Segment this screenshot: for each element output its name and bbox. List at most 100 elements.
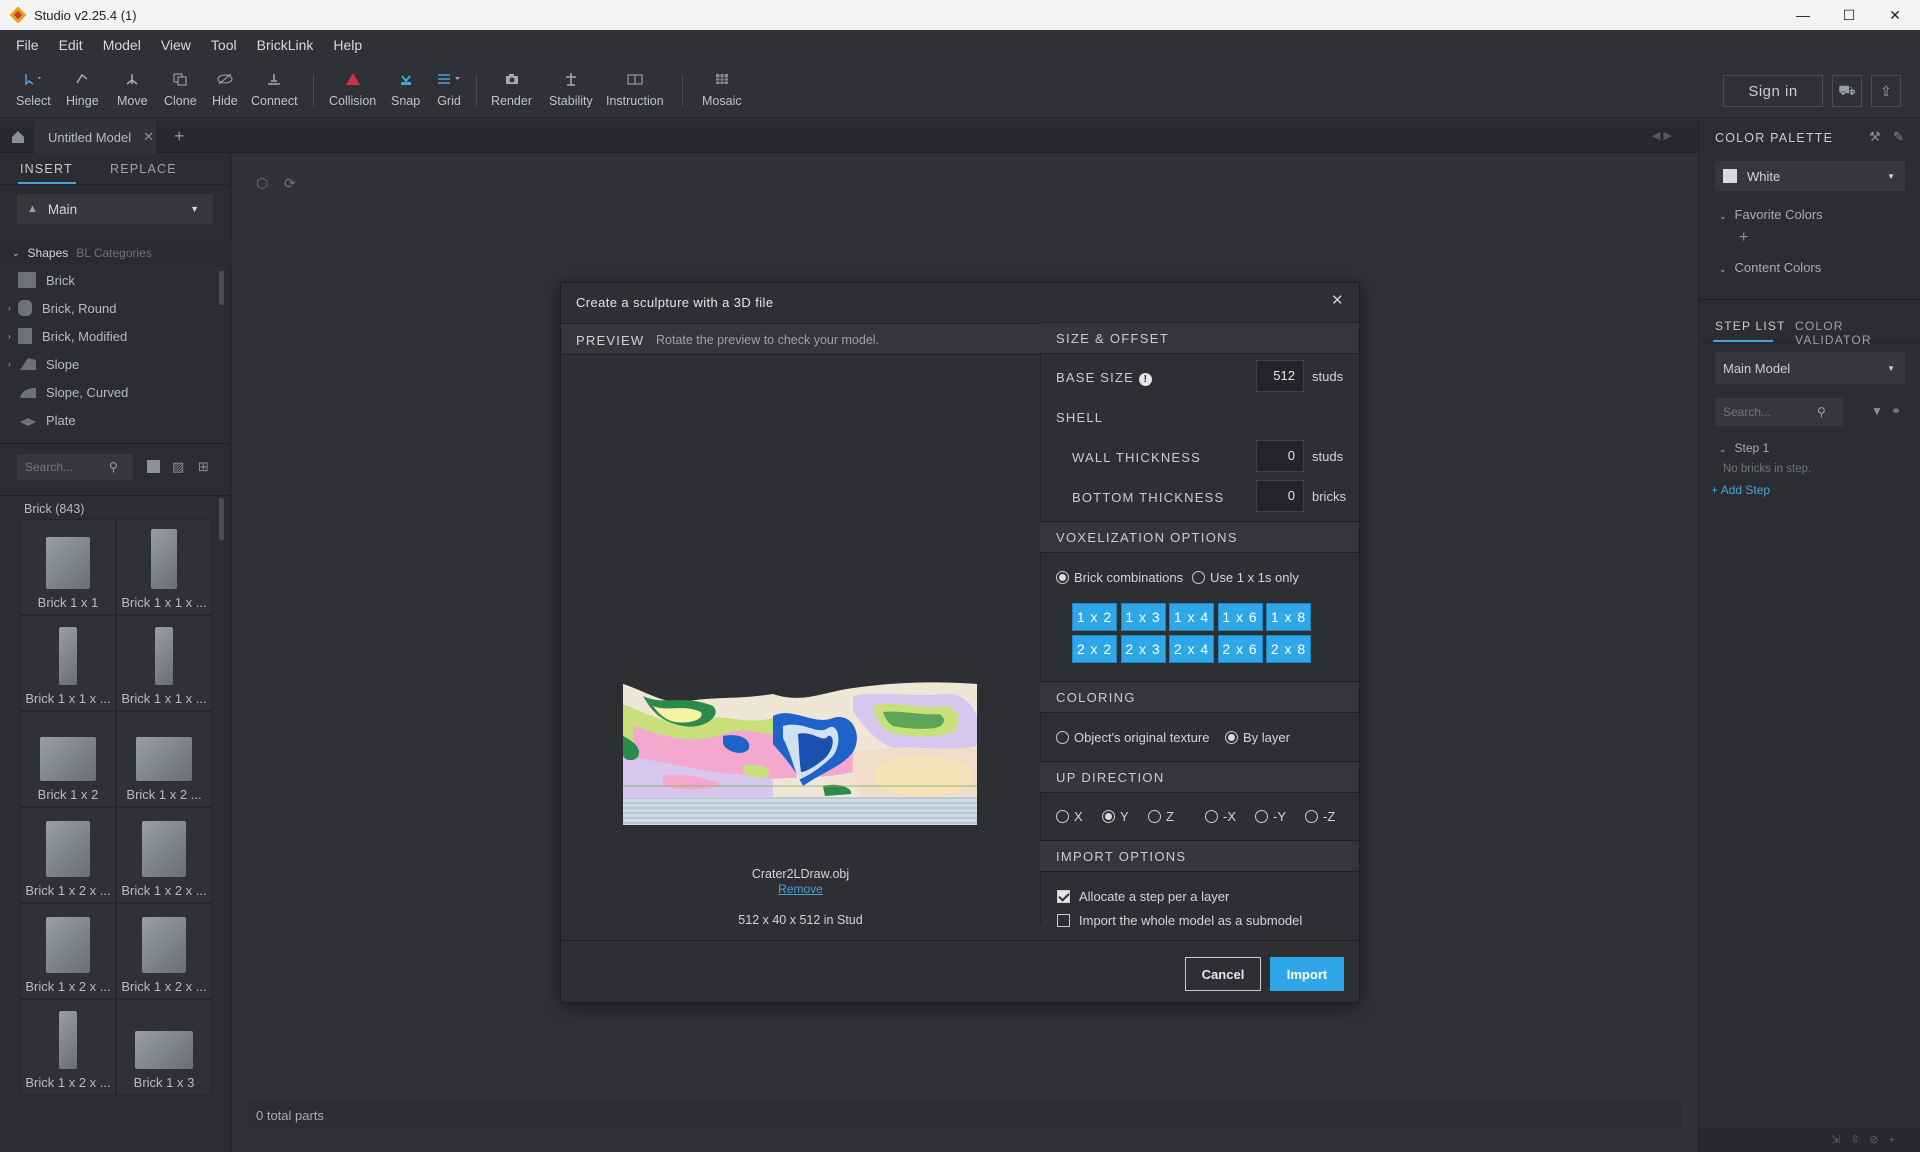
category-brick[interactable]: Brick [0, 266, 215, 294]
color-select[interactable]: White ▼ [1715, 161, 1905, 191]
minimize-button[interactable]: — [1780, 0, 1826, 30]
search-icon[interactable]: ⚲ [109, 460, 118, 474]
tab-scroll-arrows-icon[interactable]: ◀ ▶ [1652, 129, 1672, 142]
part-tile[interactable]: Brick 1 x 1 x ... [116, 615, 212, 711]
tool-hinge[interactable]: Hinge [66, 70, 99, 108]
part-tile[interactable]: Brick 1 x 2 x ... [20, 807, 116, 903]
radio-dir-neg-x[interactable]: -X [1205, 809, 1236, 824]
menu-help[interactable]: Help [323, 37, 372, 53]
tool-select[interactable]: Select [16, 70, 51, 108]
model-preview[interactable] [623, 676, 977, 825]
brick-size-chip[interactable]: 1 x 8 [1266, 603, 1311, 631]
tool-hide[interactable]: Hide [212, 70, 238, 108]
content-colors-header[interactable]: ⌄ Content Colors [1719, 260, 1821, 275]
tab-replace[interactable]: REPLACE [110, 162, 177, 176]
brick-size-chip[interactable]: 2 x 6 [1217, 635, 1263, 663]
menu-model[interactable]: Model [93, 37, 151, 53]
eyedropper-icon[interactable]: ✎ [1893, 129, 1904, 145]
home-icon[interactable] [10, 129, 26, 145]
tool-collision[interactable]: Collision [329, 70, 376, 108]
menu-view[interactable]: View [151, 37, 201, 53]
cart-icon[interactable]: ⛟ [1832, 75, 1862, 107]
tool-move[interactable]: Move [117, 70, 148, 108]
menu-edit[interactable]: Edit [49, 37, 93, 53]
bottom-thickness-input[interactable]: 0 [1256, 480, 1304, 512]
part-search-field[interactable]: ⚲ [16, 453, 134, 481]
tab-step-list[interactable]: STEP LIST [1715, 319, 1786, 333]
category-brick-round[interactable]: › Brick, Round [0, 294, 215, 322]
upload-icon[interactable]: ⇪ [1871, 75, 1901, 107]
import-submodel-checkbox[interactable]: Import the whole model as a submodel [1057, 913, 1302, 928]
view-image-icon[interactable]: ▨ [172, 459, 184, 475]
brick-size-chip[interactable]: 2 x 2 [1072, 635, 1117, 663]
radio-by-layer[interactable]: By layer [1225, 730, 1290, 745]
brick-size-chip[interactable]: 2 x 8 [1266, 635, 1311, 663]
reset-view-icon[interactable]: ⟳ [284, 175, 296, 192]
part-search-input[interactable] [25, 460, 109, 474]
close-tab-icon[interactable]: ✕ [143, 129, 154, 145]
bl-categories-tab[interactable]: BL Categories [76, 246, 152, 260]
favorite-colors-header[interactable]: ⌄ Favorite Colors [1719, 207, 1823, 222]
part-tile[interactable]: Brick 1 x 2 x ... [116, 903, 212, 999]
tool-clone[interactable]: Clone [164, 70, 197, 108]
add-favorite-color-button[interactable]: + [1739, 229, 1748, 247]
tool-render[interactable]: Render [491, 70, 532, 108]
cancel-button[interactable]: Cancel [1185, 957, 1261, 991]
menu-file[interactable]: File [6, 37, 49, 53]
radio-dir-neg-z[interactable]: -Z [1305, 809, 1335, 824]
part-tile[interactable]: Brick 1 x 2 [20, 711, 116, 807]
sign-in-button[interactable]: Sign in [1723, 75, 1823, 107]
paint-icon[interactable]: ⚒ [1869, 129, 1881, 145]
part-tile[interactable]: Brick 1 x 1 [20, 519, 116, 615]
part-tile[interactable]: Brick 1 x 3 [116, 999, 212, 1095]
view-cube-icon[interactable]: ⬡ [256, 175, 268, 192]
shapes-tab[interactable]: Shapes [28, 246, 69, 260]
brick-size-chip[interactable]: 2 x 4 [1169, 635, 1214, 663]
part-tile[interactable]: Brick 1 x 1 x ... [116, 519, 212, 615]
step-controls-icon[interactable]: ⇲⇳⊘+ [1699, 1127, 1920, 1152]
brick-size-chip[interactable]: 1 x 3 [1120, 603, 1166, 631]
part-tile[interactable]: Brick 1 x 2 x ... [20, 999, 116, 1095]
add-tab-button[interactable]: + [174, 126, 185, 147]
close-dialog-icon[interactable]: ✕ [1331, 291, 1344, 309]
category-plate[interactable]: Plate [0, 406, 215, 434]
search-icon[interactable]: ⚲ [1817, 405, 1826, 419]
tab-untitled-model[interactable]: Untitled Model ✕ [34, 121, 156, 153]
parts-scrollbar[interactable] [219, 498, 224, 540]
tab-insert[interactable]: INSERT [20, 162, 73, 176]
view-large-icon[interactable] [147, 460, 160, 473]
add-step-button[interactable]: + Add Step [1711, 483, 1770, 497]
category-slope[interactable]: › Slope [0, 350, 215, 378]
radio-brick-combinations[interactable]: Brick combinations [1056, 570, 1183, 585]
step-1-header[interactable]: ⌄ Step 1 [1719, 441, 1769, 455]
brick-size-chip[interactable]: 1 x 6 [1217, 603, 1263, 631]
brick-size-chip[interactable]: 1 x 4 [1169, 603, 1214, 631]
grid-view-icon[interactable]: ⊞ [198, 459, 209, 475]
wall-thickness-input[interactable]: 0 [1256, 440, 1304, 472]
filter-icon[interactable]: ▼ [1871, 404, 1883, 418]
remove-file-link[interactable]: Remove [561, 882, 1040, 896]
menu-tool[interactable]: Tool [201, 37, 247, 53]
info-icon[interactable]: ! [1138, 373, 1152, 386]
category-slope-curved[interactable]: Slope, Curved [0, 378, 215, 406]
step-search-field[interactable]: ⚲ [1715, 398, 1843, 426]
tab-color-validator[interactable]: COLOR VALIDATOR [1795, 319, 1920, 347]
tool-snap[interactable]: Snap [391, 70, 420, 108]
radio-dir-z[interactable]: Z [1148, 809, 1174, 824]
step-search-input[interactable] [1723, 405, 1817, 419]
chevron-down-icon[interactable]: ⌄ [12, 248, 20, 259]
tool-instruction[interactable]: Instruction [606, 70, 664, 108]
category-brick-modified[interactable]: › Brick, Modified [0, 322, 215, 350]
tool-mosaic[interactable]: Mosaic [702, 70, 742, 108]
link-icon[interactable]: ⚭ [1891, 404, 1901, 418]
tool-connect[interactable]: Connect [251, 70, 298, 108]
tool-stability[interactable]: Stability [549, 70, 593, 108]
radio-use-1x1-only[interactable]: Use 1 x 1s only [1192, 570, 1299, 585]
brick-size-chip[interactable]: 2 x 3 [1120, 635, 1166, 663]
radio-dir-neg-y[interactable]: -Y [1255, 809, 1286, 824]
allocate-step-checkbox[interactable]: Allocate a step per a layer [1057, 889, 1229, 904]
model-select[interactable]: Main Model ▼ [1715, 352, 1905, 384]
close-window-button[interactable]: ✕ [1872, 0, 1918, 30]
part-tile[interactable]: Brick 1 x 2 ... [116, 711, 212, 807]
part-tile[interactable]: Brick 1 x 2 x ... [20, 903, 116, 999]
